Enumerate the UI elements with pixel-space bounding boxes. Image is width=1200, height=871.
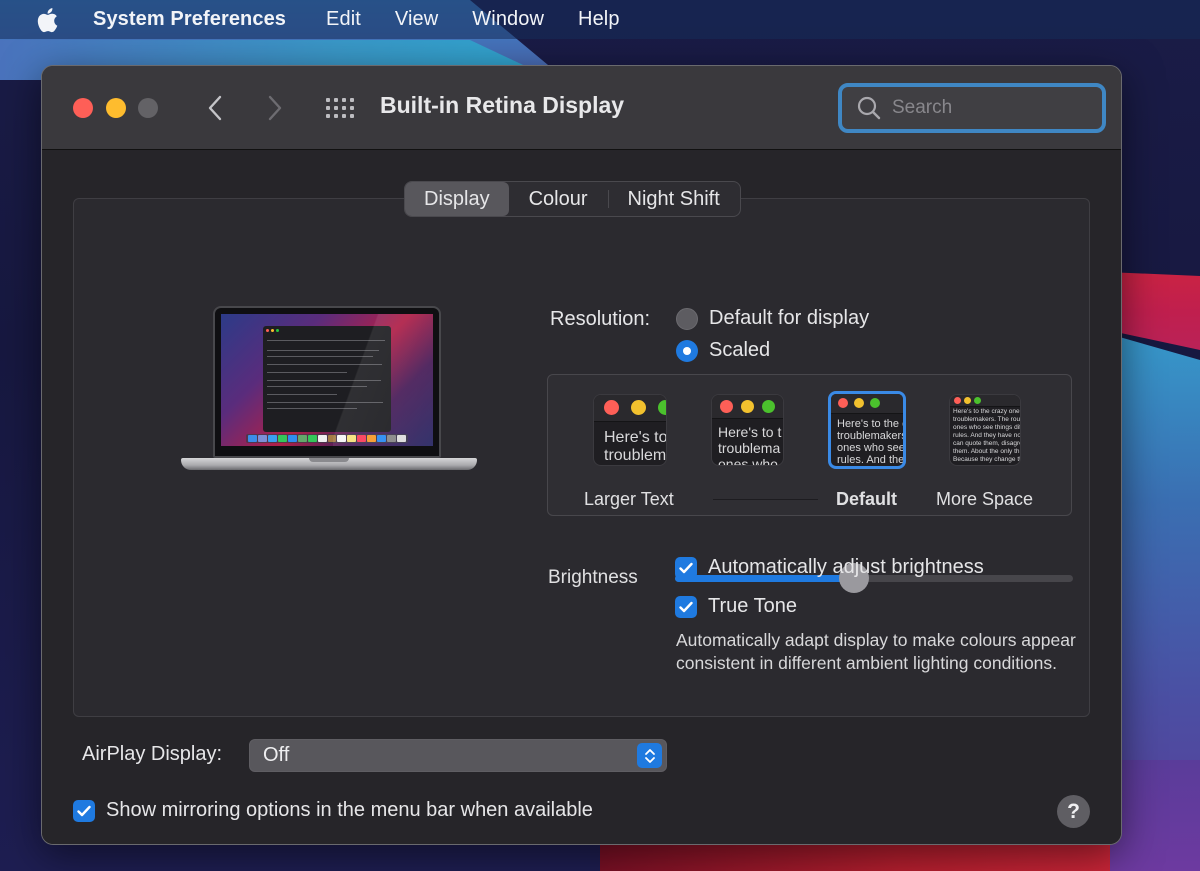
auto-brightness-checkbox-row[interactable]: Automatically adjust brightness	[675, 556, 984, 579]
scale-options: Here's to troublem Here's to t troublema…	[547, 374, 1072, 516]
resolution-label: Resolution:	[550, 308, 651, 330]
tab-night-shift[interactable]: Night Shift	[607, 182, 740, 216]
auto-brightness-label: Automatically adjust brightness	[708, 556, 984, 578]
preferences-window: Built-in Retina Display Search Resolutio…	[41, 65, 1122, 845]
search-field[interactable]	[838, 83, 1106, 133]
back-button[interactable]	[200, 92, 230, 124]
scale-option-larger-text[interactable]: Here's to troublem	[593, 394, 667, 466]
window-title: Built-in Retina Display	[380, 92, 625, 118]
preview-text: rules. And they have no	[953, 432, 1021, 439]
true-tone-checkbox-row[interactable]: True Tone	[675, 595, 797, 618]
title-bar: Built-in Retina Display	[42, 66, 1121, 150]
preview-text: rules. And they	[837, 454, 906, 466]
checkmark-icon	[77, 805, 91, 816]
preview-text: troublemakers. The rou	[953, 416, 1021, 423]
preview-text: troublema	[718, 440, 781, 456]
radio-scaled[interactable]: Scaled	[676, 339, 770, 362]
radio-button-off[interactable]	[676, 307, 698, 330]
radio-label: Scaled	[709, 339, 771, 361]
scale-option-more-space[interactable]: Here's to the crazy one troublemakers. T…	[949, 394, 1021, 466]
preview-text: Because they change th	[953, 456, 1021, 463]
menu-bar: System Preferences Edit View Window Help	[0, 0, 1200, 39]
select-stepper-icon[interactable]	[637, 743, 662, 768]
menu-app-name[interactable]: System Preferences	[93, 8, 286, 31]
brightness-label: Brightness	[548, 567, 638, 588]
close-button[interactable]	[73, 98, 93, 118]
preview-text: Here's to	[604, 429, 667, 446]
show-all-button[interactable]	[325, 95, 355, 121]
tab-bar: Display Colour Night Shift	[404, 181, 741, 217]
menu-edit[interactable]: Edit	[326, 8, 361, 31]
mirroring-checkbox[interactable]	[73, 799, 95, 822]
scale-label-more-space: More Space	[936, 489, 1034, 509]
preview-text: ones who see things dif	[953, 424, 1021, 431]
preview-text: them. About the only th	[953, 448, 1020, 455]
radio-default-for-display[interactable]: Default for display	[676, 307, 869, 330]
help-button[interactable]: ?	[1057, 795, 1090, 828]
search-input[interactable]	[892, 97, 1092, 119]
preview-text: Here's to the cr	[837, 418, 906, 430]
menu-view[interactable]: View	[395, 8, 438, 31]
airplay-display-select[interactable]: Off	[249, 739, 667, 772]
preview-text: can quote them, disagre	[953, 440, 1021, 447]
true-tone-label: True Tone	[708, 595, 797, 617]
preview-text: ones who see t	[837, 442, 906, 454]
preview-text: ones who	[718, 456, 778, 466]
preview-text: troublemakers.	[837, 430, 906, 442]
laptop-preview-image	[181, 304, 477, 482]
content-area: Resolution: Default for display Scaled H…	[42, 151, 1121, 844]
radio-label: Default for display	[709, 307, 870, 329]
airplay-display-value: Off	[263, 744, 290, 766]
chevron-left-icon	[208, 95, 222, 121]
menu-window[interactable]: Window	[472, 8, 544, 31]
apple-logo-icon[interactable]	[34, 7, 60, 33]
grid-icon	[326, 98, 330, 102]
scale-label-default: Default	[836, 489, 898, 509]
preview-text: Here's to the crazy one	[953, 408, 1020, 415]
auto-brightness-checkbox[interactable]	[675, 556, 697, 579]
true-tone-description: Automatically adapt display to make colo…	[676, 630, 1076, 673]
preview-text: Here's to t	[718, 424, 782, 440]
airplay-display-label: AirPlay Display:	[82, 743, 223, 765]
magnifier-icon	[857, 96, 881, 120]
tab-colour[interactable]: Colour	[509, 182, 608, 216]
scale-label-larger-text: Larger Text	[584, 489, 674, 509]
mirroring-checkbox-row[interactable]: Show mirroring options in the menu bar w…	[73, 799, 593, 822]
tab-display[interactable]: Display	[405, 182, 509, 216]
checkmark-icon	[679, 601, 693, 612]
true-tone-checkbox[interactable]	[675, 595, 697, 618]
checkmark-icon	[679, 562, 693, 573]
radio-button-on[interactable]	[676, 339, 698, 362]
preview-text: troublem	[604, 447, 667, 464]
forward-button[interactable]	[260, 92, 290, 124]
mirroring-label: Show mirroring options in the menu bar w…	[106, 799, 593, 821]
scale-divider	[713, 499, 818, 500]
menu-help[interactable]: Help	[578, 8, 620, 31]
display-settings-panel: Resolution: Default for display Scaled H…	[73, 198, 1090, 717]
scale-option-default[interactable]: Here's to the cr troublemakers. ones who…	[828, 391, 906, 469]
minimize-button[interactable]	[106, 98, 126, 118]
zoom-button	[138, 98, 158, 118]
scale-option-2[interactable]: Here's to t troublema ones who	[711, 394, 784, 466]
chevron-right-icon	[268, 95, 282, 121]
